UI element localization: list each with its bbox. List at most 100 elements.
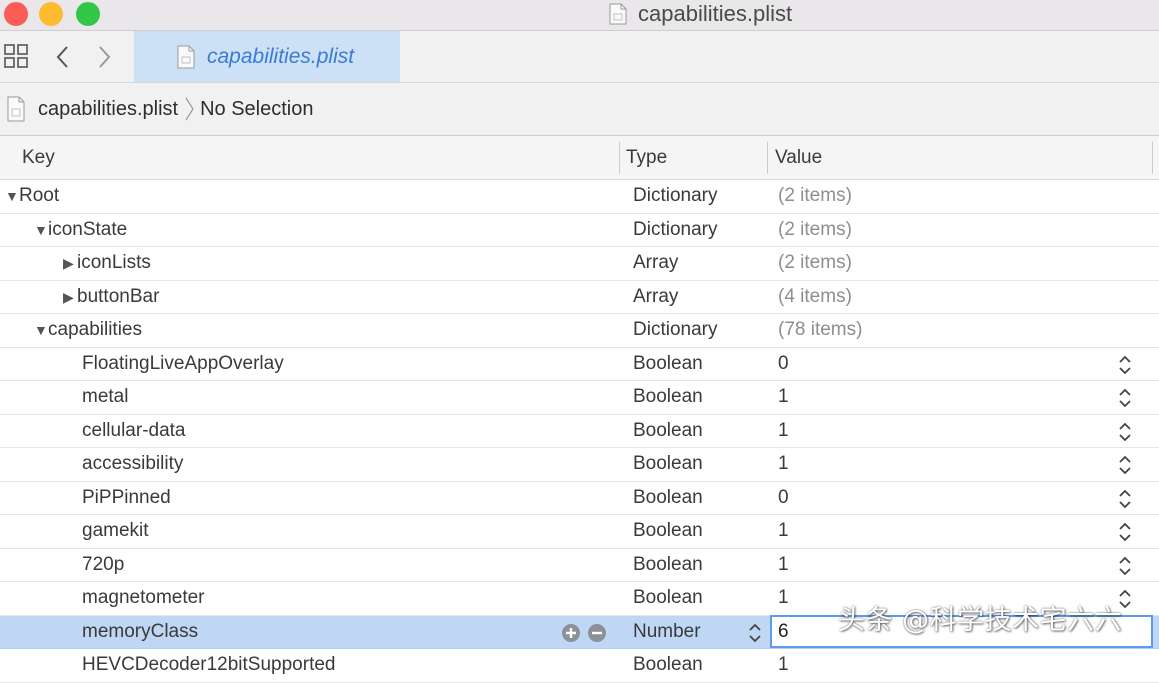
- row-type: Number: [633, 620, 701, 642]
- disclosure-collapsed-icon[interactable]: ▶: [63, 247, 77, 279]
- column-divider[interactable]: [1152, 142, 1153, 174]
- row-type: Boolean: [633, 654, 703, 675]
- document-icon: [7, 96, 25, 122]
- table-row[interactable]: ▶ buttonBar Array (4 items): [0, 281, 1159, 314]
- row-key: 720p: [82, 553, 125, 575]
- row-key: gamekit: [82, 520, 149, 541]
- forward-chevron-icon[interactable]: [93, 43, 115, 71]
- column-header-key[interactable]: Key: [22, 136, 55, 179]
- column-header-value[interactable]: Value: [775, 136, 822, 179]
- breadcrumb-selection[interactable]: No Selection: [200, 98, 313, 121]
- row-value[interactable]: 0: [778, 482, 789, 514]
- row-value: (4 items): [778, 285, 852, 307]
- row-value[interactable]: 1: [778, 515, 789, 547]
- remove-row-icon[interactable]: [588, 623, 606, 642]
- value-stepper-icon[interactable]: [1116, 353, 1134, 377]
- row-key: magnetometer: [82, 587, 205, 608]
- row-type: Dictionary: [633, 319, 718, 340]
- grid-icon[interactable]: [4, 44, 28, 68]
- minimize-window-button[interactable]: [39, 2, 63, 26]
- row-value: (2 items): [778, 252, 852, 273]
- breadcrumb-separator-icon: [185, 97, 194, 121]
- row-type: Boolean: [633, 352, 703, 374]
- row-value[interactable]: 1: [778, 649, 789, 681]
- breadcrumb-file[interactable]: capabilities.plist: [38, 98, 178, 121]
- value-stepper-icon[interactable]: [1116, 520, 1134, 544]
- row-value[interactable]: 1: [778, 381, 789, 413]
- table-row[interactable]: accessibility Boolean 1: [0, 448, 1159, 482]
- row-type: Boolean: [633, 419, 703, 441]
- row-value: (2 items): [778, 218, 852, 240]
- row-type: Dictionary: [633, 185, 718, 206]
- row-key: PiPPinned: [82, 486, 171, 508]
- row-value[interactable]: 1: [778, 448, 789, 480]
- row-type: Boolean: [633, 486, 703, 508]
- value-stepper-icon[interactable]: [1116, 453, 1134, 477]
- row-key: ▶ buttonBar: [63, 281, 159, 313]
- row-type: Boolean: [633, 386, 703, 407]
- table-row[interactable]: HEVCDecoder12bitSupported Boolean 1: [0, 649, 1159, 683]
- tab-bar: capabilities.plist: [0, 31, 1159, 83]
- value-stepper-icon[interactable]: [1116, 420, 1134, 444]
- tab-label: capabilities.plist: [207, 44, 355, 68]
- table-row[interactable]: cellular-data Boolean 1: [0, 415, 1159, 448]
- row-type: Boolean: [633, 453, 703, 474]
- zoom-window-button[interactable]: [76, 2, 100, 26]
- table-header: Key Type Value: [0, 136, 1159, 180]
- row-key: ▼Root: [5, 180, 59, 212]
- table-row[interactable]: ▼iconState Dictionary (2 items): [0, 214, 1159, 247]
- row-value: (78 items): [778, 319, 863, 340]
- breadcrumb: capabilities.plist No Selection: [0, 83, 1159, 136]
- column-header-type[interactable]: Type: [626, 136, 667, 179]
- row-value: (2 items): [778, 185, 852, 206]
- value-stepper-icon[interactable]: [1116, 386, 1134, 410]
- row-key: accessibility: [82, 453, 184, 474]
- value-stepper-icon[interactable]: [1116, 554, 1134, 578]
- document-icon: [177, 45, 195, 68]
- row-type: Boolean: [633, 587, 703, 608]
- type-stepper-icon[interactable]: [746, 621, 764, 645]
- column-divider[interactable]: [767, 142, 768, 174]
- window-title-text: capabilities.plist: [638, 1, 793, 26]
- row-key: HEVCDecoder12bitSupported: [82, 654, 336, 675]
- row-key: ▼iconState: [34, 214, 127, 246]
- close-window-button[interactable]: [4, 2, 28, 26]
- document-icon: [609, 3, 627, 25]
- row-value[interactable]: 1: [778, 582, 789, 614]
- table-row[interactable]: ▼Root Dictionary (2 items): [0, 180, 1159, 214]
- disclosure-collapsed-icon[interactable]: ▶: [63, 281, 77, 313]
- title-bar: capabilities.plist: [0, 0, 1159, 31]
- row-value: 6: [778, 620, 789, 642]
- row-value[interactable]: 1: [778, 415, 789, 447]
- watermark-text: 头条 @科学技术宅六六: [838, 605, 1123, 636]
- add-row-icon[interactable]: [562, 623, 580, 642]
- back-chevron-icon[interactable]: [52, 43, 74, 71]
- window-title: capabilities.plist: [608, 0, 792, 28]
- row-type: Boolean: [633, 553, 703, 575]
- row-value[interactable]: 0: [778, 348, 789, 380]
- disclosure-expanded-icon[interactable]: ▼: [5, 180, 19, 212]
- row-type: Boolean: [633, 520, 703, 541]
- row-type: Array: [633, 252, 679, 273]
- row-key: ▼capabilities: [34, 314, 142, 346]
- table-row[interactable]: FloatingLiveAppOverlay Boolean 0: [0, 348, 1159, 381]
- disclosure-expanded-icon[interactable]: ▼: [34, 314, 48, 346]
- row-type: Dictionary: [633, 218, 718, 240]
- row-key: cellular-data: [82, 419, 186, 441]
- disclosure-expanded-icon[interactable]: ▼: [34, 214, 48, 246]
- row-type: Array: [633, 285, 679, 307]
- table-row[interactable]: ▼capabilities Dictionary (78 items): [0, 314, 1159, 348]
- row-key: metal: [82, 386, 129, 407]
- row-key: memoryClass: [82, 620, 199, 642]
- table-row[interactable]: PiPPinned Boolean 0: [0, 482, 1159, 515]
- table-row[interactable]: gamekit Boolean 1: [0, 515, 1159, 549]
- tab-capabilities-plist[interactable]: capabilities.plist: [134, 31, 400, 82]
- row-key: ▶ iconLists: [63, 247, 151, 279]
- table-row[interactable]: 720p Boolean 1: [0, 549, 1159, 582]
- table-row[interactable]: metal Boolean 1: [0, 381, 1159, 415]
- value-stepper-icon[interactable]: [1116, 487, 1134, 511]
- table-row[interactable]: ▶ iconLists Array (2 items): [0, 247, 1159, 281]
- row-key: FloatingLiveAppOverlay: [82, 352, 284, 374]
- column-divider[interactable]: [619, 142, 620, 174]
- row-value[interactable]: 1: [778, 549, 789, 581]
